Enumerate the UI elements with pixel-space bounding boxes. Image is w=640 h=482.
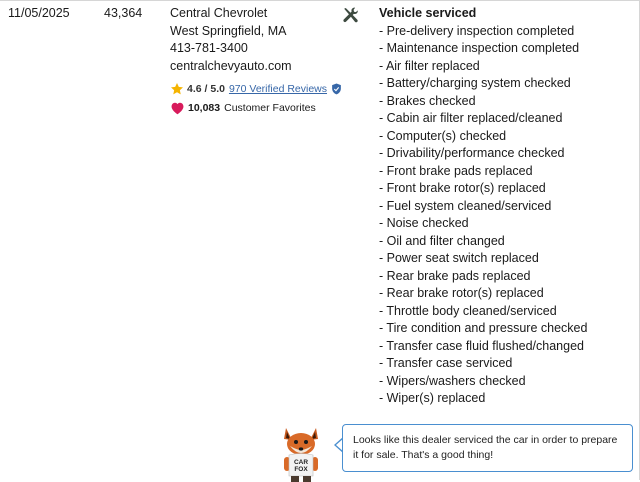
dealer-name: Central Chevrolet [170, 6, 268, 20]
service-item: - Noise checked [379, 216, 469, 230]
service-item: - Pre-delivery inspection completed [379, 23, 575, 38]
service-item: - Power seat switch replaced [379, 251, 539, 265]
service-item: - Transfer case fluid flushed/changed [379, 338, 584, 353]
shirt-text-line1: CAR [294, 459, 308, 466]
dealer-website: centralchevyauto.com [170, 58, 292, 73]
verified-reviews-link[interactable]: 970 Verified Reviews [229, 83, 327, 95]
dealer-location: West Springfield, MA [170, 23, 287, 38]
favorites-label: Customer Favorites [224, 102, 316, 114]
service-item: - Cabin air filter replaced/cleaned [379, 111, 563, 125]
service-item: - Rear brake pads replaced [379, 268, 531, 283]
service-item: - Wipers/washers checked [379, 373, 526, 388]
service-item: - Throttle body cleaned/serviced [379, 303, 557, 318]
service-item: - Tire condition and pressure checked [379, 321, 588, 335]
carfox-mascot-icon: CAR FOX [284, 428, 318, 482]
service-item: - Front brake pads replaced [379, 163, 533, 178]
rating-score: 4.6 / 5.0 [187, 83, 225, 95]
service-item: - Battery/charging system checked [379, 76, 571, 90]
service-item: - Drivability/performance checked [379, 146, 565, 160]
service-item: - Computer(s) checked [379, 128, 507, 143]
service-items: - Pre-delivery inspection completed - Ma… [379, 23, 587, 408]
service-details: Vehicle serviced - Pre-delivery inspecti… [379, 5, 587, 408]
record-date: 11/05/2025 [8, 6, 70, 20]
wrench-screwdriver-icon [343, 7, 358, 23]
service-item: - Air filter replaced [379, 58, 480, 73]
service-item: - Brakes checked [379, 93, 476, 108]
dealer-rating: 4.6 / 5.0 970 Verified Reviews [170, 80, 342, 98]
shield-check-icon [332, 83, 341, 95]
service-item: - Maintenance inspection completed [379, 41, 580, 55]
carfox-speech-bubble: Looks like this dealer serviced the car … [342, 424, 633, 472]
service-item: - Front brake rotor(s) replaced [379, 181, 546, 195]
dealer-info: Central Chevrolet West Springfield, MA 4… [170, 5, 292, 75]
table-top-border [0, 0, 640, 1]
shirt-text-line2: FOX [294, 466, 308, 473]
star-icon [170, 83, 184, 95]
service-item: - Transfer case serviced [379, 356, 513, 370]
dealer-phone: 413-781-3400 [170, 41, 248, 55]
heart-icon [171, 102, 184, 115]
odometer-reading: 43,364 [104, 6, 143, 20]
service-item: - Rear brake rotor(s) replaced [379, 286, 544, 300]
favorites-count: 10,083 [188, 102, 221, 114]
service-title: Vehicle serviced [379, 6, 477, 20]
service-item: - Oil and filter changed [379, 233, 505, 248]
customer-favorites: 10,083 Customer Favorites [170, 99, 316, 117]
service-item: - Wiper(s) replaced [379, 391, 486, 405]
service-item: - Fuel system cleaned/serviced [379, 198, 552, 213]
